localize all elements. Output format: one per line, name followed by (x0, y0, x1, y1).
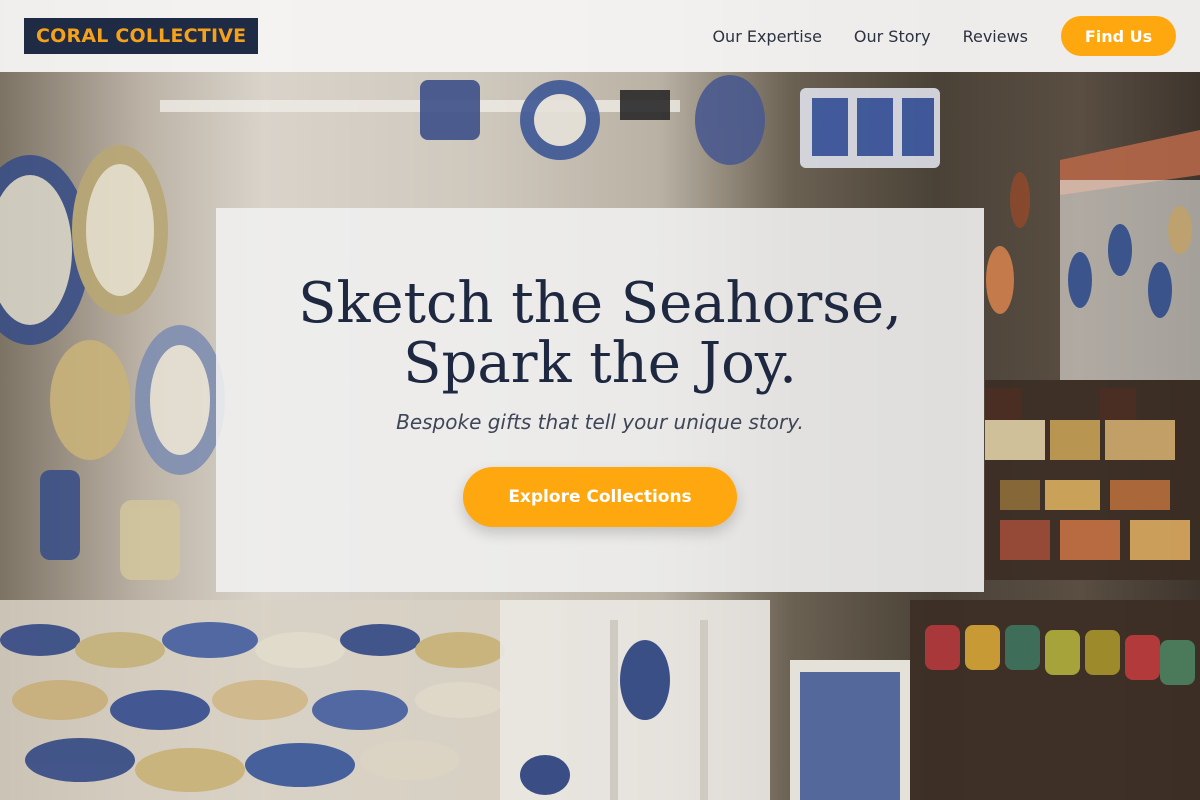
nav-link-reviews[interactable]: Reviews (963, 27, 1028, 46)
hero-title-line-1: Sketch the Seahorse, (298, 271, 902, 336)
site-header: CORAL COLLECTIVE Our Expertise Our Story… (0, 0, 1200, 72)
hero-title: Sketch the Seahorse, Spark the Joy. (298, 274, 902, 394)
nav-link-our-expertise[interactable]: Our Expertise (712, 27, 821, 46)
brand-logo[interactable]: CORAL COLLECTIVE (24, 18, 259, 54)
hero-panel: Sketch the Seahorse, Spark the Joy. Besp… (216, 208, 984, 592)
main-nav: Our Expertise Our Story Reviews Find Us (680, 16, 1176, 56)
find-us-button[interactable]: Find Us (1061, 16, 1176, 56)
hero-subtitle: Bespoke gifts that tell your unique stor… (396, 410, 804, 434)
nav-link-our-story[interactable]: Our Story (854, 27, 931, 46)
hero-title-line-2: Spark the Joy. (403, 331, 797, 396)
explore-collections-button[interactable]: Explore Collections (463, 467, 737, 527)
